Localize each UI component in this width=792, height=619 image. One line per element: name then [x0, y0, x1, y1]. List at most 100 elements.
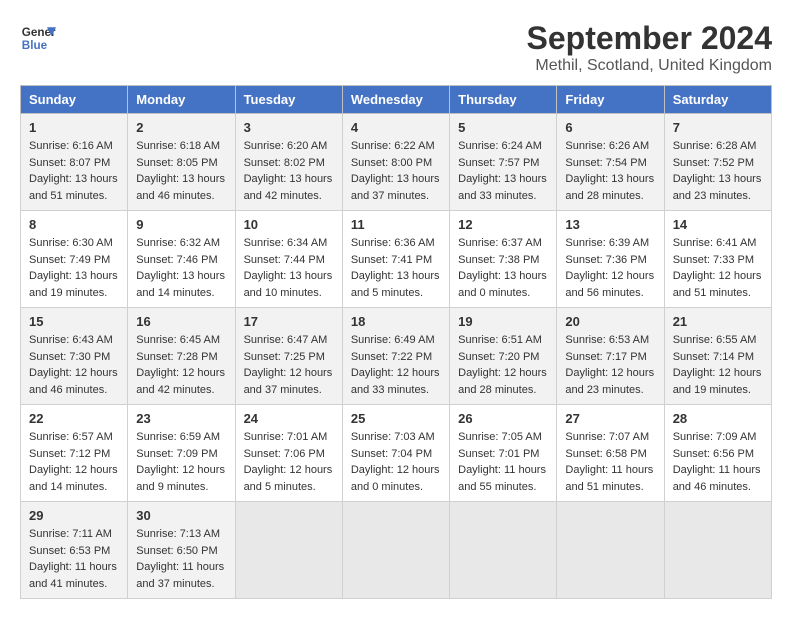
logo-icon: General Blue	[20, 20, 56, 56]
day-number: 11	[351, 217, 441, 232]
day-info: Sunrise: 7:13 AM Sunset: 6:50 PM Dayligh…	[136, 526, 226, 592]
table-cell: 18 Sunrise: 6:49 AM Sunset: 7:22 PM Dayl…	[342, 308, 449, 405]
day-info: Sunrise: 6:37 AM Sunset: 7:38 PM Dayligh…	[458, 235, 548, 301]
table-cell	[235, 502, 342, 599]
table-cell	[342, 502, 449, 599]
day-number: 7	[673, 120, 763, 135]
day-info: Sunrise: 6:47 AM Sunset: 7:25 PM Dayligh…	[244, 332, 334, 398]
day-info: Sunrise: 6:39 AM Sunset: 7:36 PM Dayligh…	[565, 235, 655, 301]
table-cell: 5 Sunrise: 6:24 AM Sunset: 7:57 PM Dayli…	[450, 114, 557, 211]
table-cell: 21 Sunrise: 6:55 AM Sunset: 7:14 PM Dayl…	[664, 308, 771, 405]
location: Methil, Scotland, United Kingdom	[527, 57, 772, 75]
col-saturday: Saturday	[664, 86, 771, 114]
col-sunday: Sunday	[21, 86, 128, 114]
table-cell: 12 Sunrise: 6:37 AM Sunset: 7:38 PM Dayl…	[450, 211, 557, 308]
page-header: General Blue September 2024 Methil, Scot…	[20, 20, 772, 75]
day-number: 4	[351, 120, 441, 135]
table-cell: 28 Sunrise: 7:09 AM Sunset: 6:56 PM Dayl…	[664, 405, 771, 502]
day-info: Sunrise: 7:05 AM Sunset: 7:01 PM Dayligh…	[458, 429, 548, 495]
day-number: 9	[136, 217, 226, 232]
day-number: 26	[458, 411, 548, 426]
table-cell: 11 Sunrise: 6:36 AM Sunset: 7:41 PM Dayl…	[342, 211, 449, 308]
day-number: 14	[673, 217, 763, 232]
day-number: 20	[565, 314, 655, 329]
day-info: Sunrise: 6:59 AM Sunset: 7:09 PM Dayligh…	[136, 429, 226, 495]
calendar-week-row: 15 Sunrise: 6:43 AM Sunset: 7:30 PM Dayl…	[21, 308, 772, 405]
day-number: 1	[29, 120, 119, 135]
table-cell: 4 Sunrise: 6:22 AM Sunset: 8:00 PM Dayli…	[342, 114, 449, 211]
day-number: 28	[673, 411, 763, 426]
table-cell: 16 Sunrise: 6:45 AM Sunset: 7:28 PM Dayl…	[128, 308, 235, 405]
table-cell: 14 Sunrise: 6:41 AM Sunset: 7:33 PM Dayl…	[664, 211, 771, 308]
day-info: Sunrise: 6:34 AM Sunset: 7:44 PM Dayligh…	[244, 235, 334, 301]
table-cell	[557, 502, 664, 599]
col-monday: Monday	[128, 86, 235, 114]
table-cell: 29 Sunrise: 7:11 AM Sunset: 6:53 PM Dayl…	[21, 502, 128, 599]
table-cell: 26 Sunrise: 7:05 AM Sunset: 7:01 PM Dayl…	[450, 405, 557, 502]
table-cell: 8 Sunrise: 6:30 AM Sunset: 7:49 PM Dayli…	[21, 211, 128, 308]
day-number: 16	[136, 314, 226, 329]
day-number: 10	[244, 217, 334, 232]
table-cell: 20 Sunrise: 6:53 AM Sunset: 7:17 PM Dayl…	[557, 308, 664, 405]
day-info: Sunrise: 6:28 AM Sunset: 7:52 PM Dayligh…	[673, 138, 763, 204]
table-cell: 25 Sunrise: 7:03 AM Sunset: 7:04 PM Dayl…	[342, 405, 449, 502]
day-number: 25	[351, 411, 441, 426]
day-info: Sunrise: 6:51 AM Sunset: 7:20 PM Dayligh…	[458, 332, 548, 398]
calendar-header-row: Sunday Monday Tuesday Wednesday Thursday…	[21, 86, 772, 114]
day-number: 30	[136, 508, 226, 523]
day-info: Sunrise: 6:36 AM Sunset: 7:41 PM Dayligh…	[351, 235, 441, 301]
day-info: Sunrise: 7:03 AM Sunset: 7:04 PM Dayligh…	[351, 429, 441, 495]
day-number: 24	[244, 411, 334, 426]
calendar-week-row: 29 Sunrise: 7:11 AM Sunset: 6:53 PM Dayl…	[21, 502, 772, 599]
day-number: 12	[458, 217, 548, 232]
day-info: Sunrise: 6:53 AM Sunset: 7:17 PM Dayligh…	[565, 332, 655, 398]
col-thursday: Thursday	[450, 86, 557, 114]
table-cell: 22 Sunrise: 6:57 AM Sunset: 7:12 PM Dayl…	[21, 405, 128, 502]
col-tuesday: Tuesday	[235, 86, 342, 114]
day-number: 27	[565, 411, 655, 426]
day-number: 13	[565, 217, 655, 232]
day-number: 18	[351, 314, 441, 329]
calendar-week-row: 8 Sunrise: 6:30 AM Sunset: 7:49 PM Dayli…	[21, 211, 772, 308]
table-cell: 3 Sunrise: 6:20 AM Sunset: 8:02 PM Dayli…	[235, 114, 342, 211]
day-info: Sunrise: 6:22 AM Sunset: 8:00 PM Dayligh…	[351, 138, 441, 204]
day-info: Sunrise: 6:26 AM Sunset: 7:54 PM Dayligh…	[565, 138, 655, 204]
day-number: 15	[29, 314, 119, 329]
day-info: Sunrise: 6:55 AM Sunset: 7:14 PM Dayligh…	[673, 332, 763, 398]
day-info: Sunrise: 6:45 AM Sunset: 7:28 PM Dayligh…	[136, 332, 226, 398]
day-info: Sunrise: 7:07 AM Sunset: 6:58 PM Dayligh…	[565, 429, 655, 495]
table-cell: 23 Sunrise: 6:59 AM Sunset: 7:09 PM Dayl…	[128, 405, 235, 502]
table-cell: 7 Sunrise: 6:28 AM Sunset: 7:52 PM Dayli…	[664, 114, 771, 211]
month-title: September 2024	[527, 20, 772, 57]
table-cell: 6 Sunrise: 6:26 AM Sunset: 7:54 PM Dayli…	[557, 114, 664, 211]
day-info: Sunrise: 6:57 AM Sunset: 7:12 PM Dayligh…	[29, 429, 119, 495]
day-info: Sunrise: 7:09 AM Sunset: 6:56 PM Dayligh…	[673, 429, 763, 495]
table-cell: 1 Sunrise: 6:16 AM Sunset: 8:07 PM Dayli…	[21, 114, 128, 211]
title-block: September 2024 Methil, Scotland, United …	[527, 20, 772, 75]
table-cell: 10 Sunrise: 6:34 AM Sunset: 7:44 PM Dayl…	[235, 211, 342, 308]
day-info: Sunrise: 6:41 AM Sunset: 7:33 PM Dayligh…	[673, 235, 763, 301]
col-wednesday: Wednesday	[342, 86, 449, 114]
day-info: Sunrise: 6:32 AM Sunset: 7:46 PM Dayligh…	[136, 235, 226, 301]
day-number: 29	[29, 508, 119, 523]
day-info: Sunrise: 6:16 AM Sunset: 8:07 PM Dayligh…	[29, 138, 119, 204]
table-cell: 17 Sunrise: 6:47 AM Sunset: 7:25 PM Dayl…	[235, 308, 342, 405]
day-info: Sunrise: 6:20 AM Sunset: 8:02 PM Dayligh…	[244, 138, 334, 204]
day-info: Sunrise: 6:24 AM Sunset: 7:57 PM Dayligh…	[458, 138, 548, 204]
table-cell	[664, 502, 771, 599]
calendar-table: Sunday Monday Tuesday Wednesday Thursday…	[20, 85, 772, 599]
day-info: Sunrise: 6:49 AM Sunset: 7:22 PM Dayligh…	[351, 332, 441, 398]
day-info: Sunrise: 7:01 AM Sunset: 7:06 PM Dayligh…	[244, 429, 334, 495]
calendar-week-row: 22 Sunrise: 6:57 AM Sunset: 7:12 PM Dayl…	[21, 405, 772, 502]
svg-text:Blue: Blue	[22, 39, 48, 52]
day-info: Sunrise: 6:30 AM Sunset: 7:49 PM Dayligh…	[29, 235, 119, 301]
table-cell: 27 Sunrise: 7:07 AM Sunset: 6:58 PM Dayl…	[557, 405, 664, 502]
day-number: 23	[136, 411, 226, 426]
logo: General Blue	[20, 20, 56, 56]
table-cell: 15 Sunrise: 6:43 AM Sunset: 7:30 PM Dayl…	[21, 308, 128, 405]
day-info: Sunrise: 6:43 AM Sunset: 7:30 PM Dayligh…	[29, 332, 119, 398]
day-number: 8	[29, 217, 119, 232]
table-cell: 19 Sunrise: 6:51 AM Sunset: 7:20 PM Dayl…	[450, 308, 557, 405]
day-info: Sunrise: 6:18 AM Sunset: 8:05 PM Dayligh…	[136, 138, 226, 204]
day-number: 6	[565, 120, 655, 135]
